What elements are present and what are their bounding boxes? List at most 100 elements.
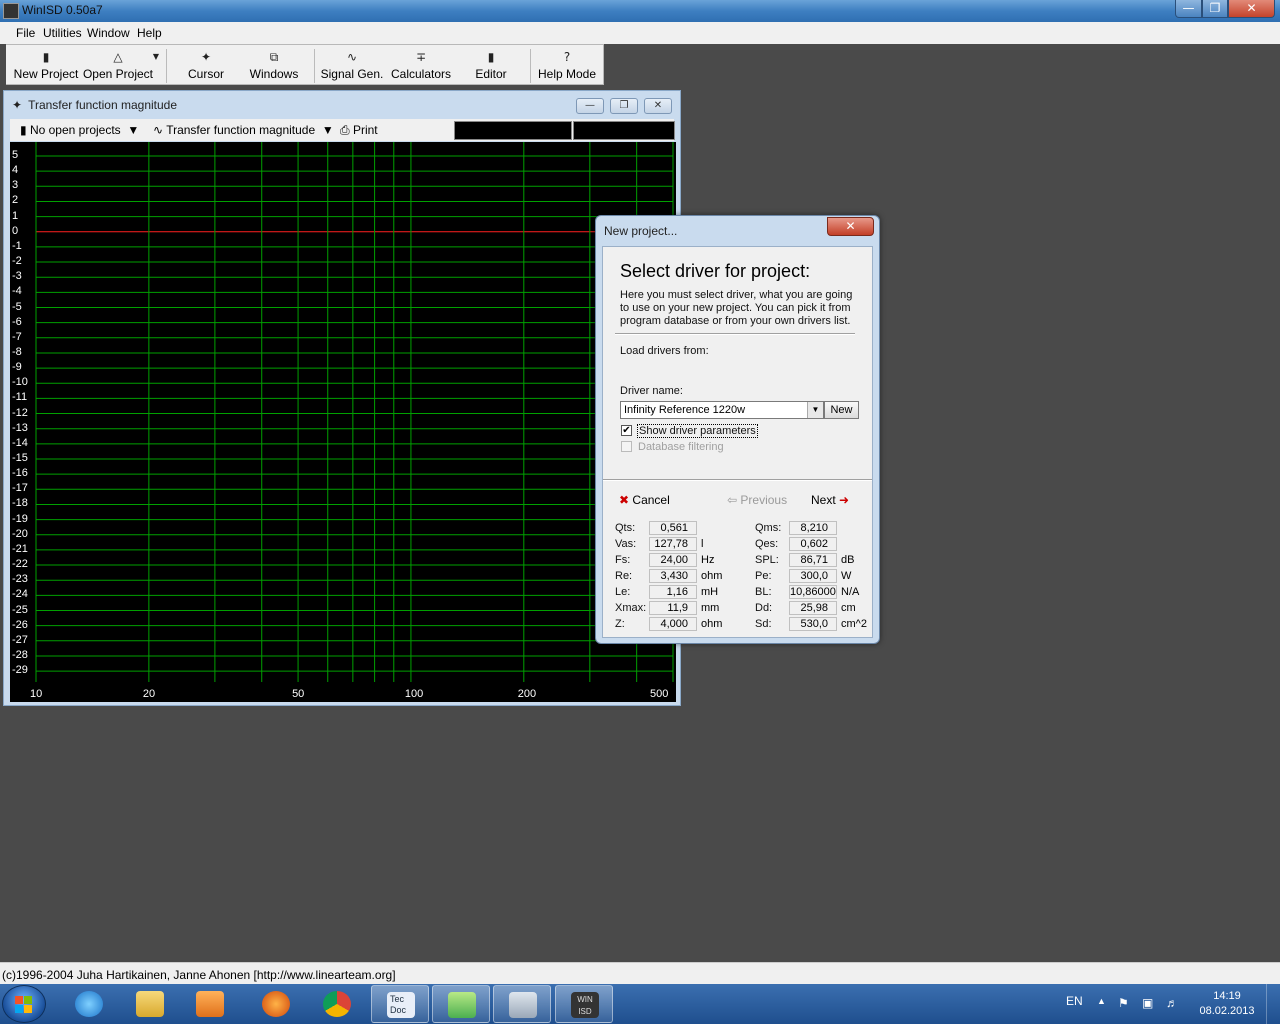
projects-dropdown[interactable]: ▮ No open projects ▼ [20,123,139,137]
plot-grid [35,142,674,682]
open-project-button[interactable]: △ Open Project [82,45,154,85]
network-icon[interactable]: ▣ [1142,996,1153,1010]
taskbar-ie[interactable] [60,985,118,1023]
y-axis-label: -4 [12,285,22,298]
start-button[interactable] [2,985,46,1023]
cancel-label: Cancel [632,493,670,507]
taskbar-app[interactable] [432,985,490,1023]
param-value: 24,00 [649,553,697,567]
print-button[interactable]: ⎙ Print [340,123,378,138]
clock[interactable]: 14:19 08.02.2013 [1194,989,1260,1019]
param-value: 10,86000 [789,585,837,599]
y-axis-label: -17 [12,482,28,495]
cursor-button[interactable]: ✦ Cursor [174,45,238,85]
editor-button[interactable]: ▮ Editor [459,45,523,85]
menu-window[interactable]: Window [87,26,130,40]
param-unit: mH [701,586,719,598]
taskbar-tecdoc[interactable]: Tec Doc [371,985,429,1023]
chevron-down-icon: ▼ [152,52,160,61]
graph-restore-button[interactable]: ❐ [610,98,638,114]
x-axis-label: 100 [404,688,424,700]
cancel-button[interactable]: ✖ Cancel [619,493,670,507]
param-unit: cm [841,602,856,614]
help-mode-button[interactable]: ? Help Mode [536,45,598,85]
close-button[interactable]: ✕ [1228,0,1275,18]
menu-utilities[interactable]: Utilities [43,26,82,40]
taskbar-chrome[interactable] [308,985,366,1023]
sine-wave-icon: ∿ [346,50,358,64]
param-name: Vas: [615,538,637,550]
menu-help[interactable]: Help [137,26,162,40]
cursor-readout-y [573,121,675,140]
param-name: Qms: [755,522,782,534]
taskbar-winisd[interactable]: WIN ISD [555,985,613,1023]
param-name: Dd: [755,602,773,614]
param-value: 4,000 [649,617,697,631]
calculators-button[interactable]: ∓ Calculators [389,45,453,85]
param-name: Z: [615,618,625,630]
y-axis-label: 1 [12,209,19,222]
y-axis-label: -2 [12,255,22,268]
show-hidden-icons-icon[interactable]: ▲ [1097,996,1106,1006]
minimize-button[interactable]: — [1175,0,1202,18]
flag-icon[interactable]: ⚑ [1118,996,1129,1010]
language-indicator[interactable]: EN [1066,994,1083,1008]
taskbar-media-player[interactable] [181,985,239,1023]
new-project-icon: ▮ [42,50,50,64]
y-axis-label: -21 [12,542,28,555]
arrow-right-icon: ➜ [839,493,850,507]
calculator-icon: ∓ [415,50,427,64]
maximize-button[interactable]: ❐ [1202,0,1228,18]
param-unit: dB [841,554,855,566]
sine-wave-icon: ∿ [153,123,164,137]
cursor-label: Cursor [187,67,224,81]
title-bar: WinISD 0.50a7 — ❐ ✕ [0,0,1280,22]
print-label: Print [352,123,378,137]
y-axis-label: 3 [12,179,19,192]
taskbar-explorer[interactable] [121,985,179,1023]
windows-button[interactable]: ⧉ Windows [242,45,306,85]
chevron-down-icon[interactable]: ▼ [807,402,823,418]
y-axis-label: -3 [12,270,22,283]
volume-icon[interactable]: ♬ [1166,996,1178,1010]
y-axis-label: -16 [12,467,28,480]
param-name: Qts: [615,522,636,534]
y-axis-label: -1 [12,239,22,252]
graph-close-button[interactable]: ✕ [644,98,672,114]
plot-area[interactable]: 5 4 3 2 1 0 -1 -2 -3 -4 -5 -6 -7 -8 -9 -10 -11 -12 -13 -14-… [10,142,676,702]
param-value: 3,430 [649,569,697,583]
show-desktop-button[interactable] [1266,984,1280,1024]
y-axis-label: -26 [12,618,28,631]
show-params-checkbox[interactable]: ✔ [621,425,632,436]
cursor-icon: ✦ [200,50,212,64]
x-axis-label: 20 [142,688,156,700]
windows-logo-icon [15,996,32,1013]
taskbar: Tec Doc WIN ISD EN ▲ ⚑ ▣ ♬ 14:19 08.02.2… [0,984,1280,1024]
graph-type-dropdown[interactable]: ∿ Transfer function magnitude ▼ [153,123,334,137]
window-title: WinISD 0.50a7 [22,3,103,17]
next-button[interactable]: Next ➜ [811,493,849,507]
y-axis-label: -15 [12,452,28,464]
graph-minimize-button[interactable]: — [576,98,604,114]
show-params-label[interactable]: Show driver parameters [637,424,758,438]
y-axis-label: 5 [12,149,19,161]
y-axis-label: -8 [12,345,22,358]
taskbar-calculator[interactable] [493,985,551,1023]
calculator-icon [509,992,537,1018]
dialog-close-button[interactable]: ✕ [827,217,874,236]
signal-gen-button[interactable]: ∿ Signal Gen. [320,45,384,85]
menu-bar: File Utilities Window Help [0,22,1280,44]
menu-file[interactable]: File [16,26,35,40]
winisd-icon: WIN ISD [571,992,599,1018]
open-project-dropdown[interactable]: ▼ [150,45,162,85]
y-axis-label: -24 [12,588,28,601]
driver-name-combo[interactable]: Infinity Reference 1220w ▼ [620,401,824,419]
new-driver-button[interactable]: New [824,401,859,419]
previous-button: ⇦ Previous [727,493,787,507]
new-project-dialog: New project... ✕ Select driver for proje… [595,215,880,644]
taskbar-firefox[interactable] [247,985,305,1023]
y-axis-label: -5 [12,300,22,313]
y-axis-label: -22 [12,558,28,571]
new-project-button[interactable]: ▮ New Project [10,45,82,85]
graph-window-title-bar: ✦ Transfer function magnitude [12,98,177,112]
